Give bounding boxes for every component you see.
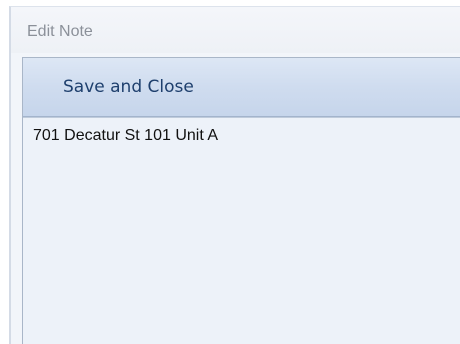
title-bar: Edit Note — [11, 7, 460, 53]
edit-note-dialog: Edit Note Save and Close 701 Decatur St … — [9, 6, 460, 344]
save-and-close-button[interactable]: Save and Close — [51, 67, 206, 107]
toolbar: Save and Close — [23, 58, 460, 117]
window-title: Edit Note — [27, 23, 93, 40]
note-text[interactable]: 701 Decatur St 101 Unit A — [33, 127, 218, 145]
content-frame: Save and Close 701 Decatur St 101 Unit A — [22, 57, 460, 344]
note-editor[interactable]: 701 Decatur St 101 Unit A — [23, 117, 460, 344]
